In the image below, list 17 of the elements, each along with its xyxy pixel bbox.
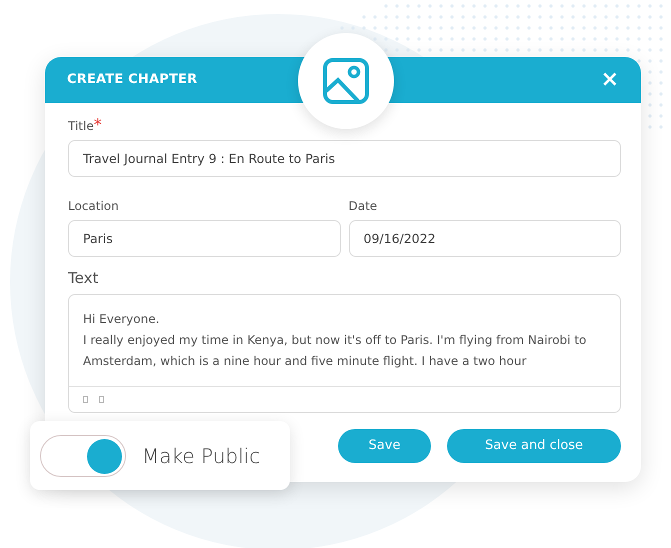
text-paragraph: Hi Everyone.	[83, 310, 160, 328]
field-label: Date	[348, 198, 378, 215]
image-icon	[322, 57, 370, 105]
input-field[interactable]: Paris	[68, 220, 340, 257]
required-mark: *	[94, 115, 102, 134]
text-paragraph: I really enjoyed my time in Kenya, but now it's off to Paris. I'm flying from Nairobi to Amsterdam, which is a nine hour and five minute flight. I have a two hour	[83, 332, 588, 370]
toggle-switch[interactable]	[40, 434, 126, 476]
toolbar-icon[interactable]	[83, 396, 88, 402]
text-label: Text	[68, 268, 98, 289]
toggle-label: Make Public	[142, 442, 260, 470]
field-label: Location	[68, 198, 119, 215]
input-field[interactable]: 09/16/2022	[348, 220, 621, 257]
input-field[interactable]: Travel Journal Entry 9 : En Route to Paris	[68, 140, 621, 177]
text-editor[interactable]: Hi Everyone. I really enjoyed my time in Kenya, but now it's off to Paris. I'm flying from Nairobi to Amsterdam, which is a nine hour and five minute flight. I have a two hour	[68, 294, 621, 412]
toolbar-icon[interactable]	[99, 396, 104, 402]
field-label: Title	[68, 118, 94, 135]
dialog-title: CREATE CHAPTER	[67, 71, 198, 90]
